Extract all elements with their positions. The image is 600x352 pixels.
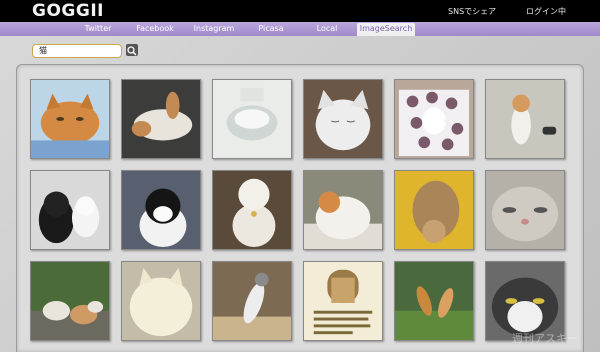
- result-image-11[interactable]: [394, 170, 474, 250]
- tab-imagesearch[interactable]: ImageSearch: [357, 23, 415, 36]
- tab-twitter[interactable]: Twitter: [82, 23, 114, 36]
- login-status-link[interactable]: ログイン中: [526, 6, 566, 17]
- tab-picasa[interactable]: Picasa: [256, 23, 286, 36]
- result-image-2[interactable]: [121, 79, 201, 159]
- search-button[interactable]: [126, 44, 138, 56]
- result-image-3[interactable]: [212, 79, 292, 159]
- source-tab-bar: Twitter Facebook Instagram Picasa Local …: [0, 22, 600, 36]
- result-image-8[interactable]: [121, 170, 201, 250]
- result-image-9[interactable]: [212, 170, 292, 250]
- result-image-10[interactable]: [303, 170, 383, 250]
- tab-local[interactable]: Local: [314, 23, 340, 36]
- result-image-14[interactable]: [121, 261, 201, 341]
- result-image-7[interactable]: [30, 170, 110, 250]
- result-image-16[interactable]: [303, 261, 383, 341]
- share-sns-link[interactable]: SNSでシェア: [448, 6, 496, 17]
- tab-instagram[interactable]: Instagram: [192, 23, 236, 36]
- result-image-1[interactable]: [30, 79, 110, 159]
- search-icon: [127, 46, 137, 56]
- result-image-15[interactable]: [212, 261, 292, 341]
- tab-facebook[interactable]: Facebook: [134, 23, 176, 36]
- result-image-5[interactable]: [394, 79, 474, 159]
- app-logo[interactable]: GOGGII: [32, 1, 104, 21]
- result-image-12[interactable]: [485, 170, 565, 250]
- result-image-6[interactable]: [485, 79, 565, 159]
- search-input[interactable]: 猫: [32, 44, 122, 58]
- watermark-text: 週刊アスキー: [512, 332, 578, 345]
- top-bar: GOGGII SNSでシェア ログイン中: [0, 0, 600, 22]
- result-image-13[interactable]: [30, 261, 110, 341]
- result-image-4[interactable]: [303, 79, 383, 159]
- result-image-17[interactable]: [394, 261, 474, 341]
- result-image-18[interactable]: [485, 261, 565, 341]
